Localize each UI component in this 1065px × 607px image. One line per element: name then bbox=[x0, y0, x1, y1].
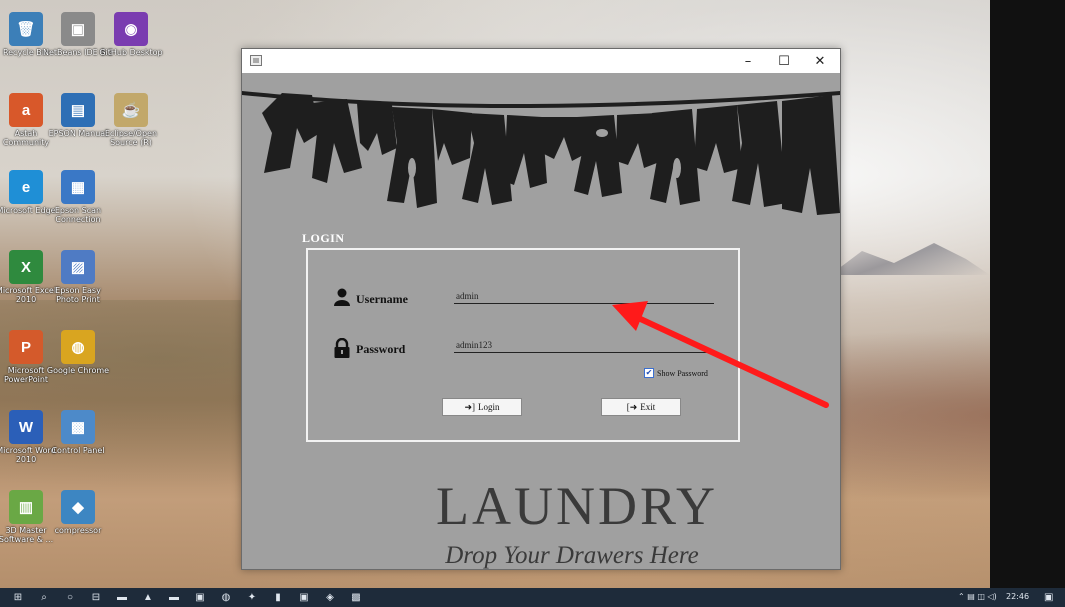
clock[interactable]: 22:46 bbox=[1006, 592, 1029, 601]
minimize-button[interactable]: – bbox=[730, 49, 766, 73]
wallpaper-mountains bbox=[830, 243, 990, 275]
desktop-icon[interactable]: ▦ Epson Scan Connection bbox=[43, 170, 113, 224]
user-icon bbox=[334, 288, 350, 306]
screen-black-bar bbox=[990, 0, 1065, 588]
lock-icon bbox=[334, 338, 350, 358]
desktop-icon[interactable]: ▩ Control Panel bbox=[43, 410, 113, 455]
hanging-clothes-illustration bbox=[242, 91, 840, 215]
window-titlebar[interactable]: – ☐ ✕ bbox=[242, 49, 840, 73]
taskbar-item[interactable]: ▮ bbox=[272, 591, 284, 603]
login-button-label: Login bbox=[478, 402, 500, 412]
desktop-icon[interactable]: ◆ compressor bbox=[43, 490, 113, 535]
desktop-icon[interactable]: ☕ Eclipse/Open Source (R) bbox=[96, 93, 166, 147]
tray-icons[interactable]: ⌃ ▤ ◫ ◁) bbox=[958, 592, 997, 601]
desktop-icon-image: a bbox=[9, 93, 43, 127]
taskbar-item[interactable]: ⊞ bbox=[12, 591, 24, 603]
desktop-icon-image: 🗑 bbox=[9, 12, 43, 46]
desktop-icon-image: ◍ bbox=[61, 330, 95, 364]
desktop-icon-image: ▥ bbox=[9, 490, 43, 524]
desktop-icon-image: ☕ bbox=[114, 93, 148, 127]
close-button[interactable]: ✕ bbox=[802, 49, 838, 73]
desktop-icon-image: ◉ bbox=[114, 12, 148, 46]
desktop-icon-image: P bbox=[9, 330, 43, 364]
taskbar-item[interactable]: ▲ bbox=[142, 591, 154, 603]
taskbar-item[interactable]: ◍ bbox=[220, 591, 232, 603]
desktop-icon-label: Epson Easy Photo Print bbox=[55, 286, 101, 304]
taskbar-item[interactable]: ◈ bbox=[324, 591, 336, 603]
brand-title: LAUNDRY bbox=[435, 476, 718, 536]
desktop-icon-image: ▩ bbox=[61, 410, 95, 444]
desktop-icon-label: GitHub Desktop bbox=[99, 48, 163, 57]
password-label: Password bbox=[356, 342, 406, 356]
desktop-icon-image: e bbox=[9, 170, 43, 204]
desktop-icon-image: ▦ bbox=[61, 170, 95, 204]
taskbar-item[interactable]: ▬ bbox=[116, 591, 128, 603]
taskbar-item[interactable]: ▬ bbox=[168, 591, 180, 603]
login-arrow-icon: ➜] bbox=[464, 401, 476, 412]
app-window-icon bbox=[250, 55, 262, 66]
taskbar-item[interactable]: ▣ bbox=[194, 591, 206, 603]
taskbar-item[interactable]: ▣ bbox=[298, 591, 310, 603]
desktop-icon-label: Eclipse/Open Source (R) bbox=[104, 129, 158, 147]
username-label: Username bbox=[356, 292, 408, 306]
notification-icon[interactable]: ▣ bbox=[1044, 592, 1053, 603]
taskbar-item[interactable]: ⊟ bbox=[90, 591, 102, 603]
red-annotation-arrow bbox=[612, 301, 829, 408]
desktop-icon-label: compressor bbox=[54, 526, 102, 535]
maximize-button[interactable]: ☐ bbox=[766, 49, 802, 73]
desktop-icon-label: Control Panel bbox=[51, 446, 105, 455]
desktop-icon[interactable]: ▨ Epson Easy Photo Print bbox=[43, 250, 113, 304]
desktop-icon-image: ▤ bbox=[61, 93, 95, 127]
desktop-icon-label: Epson Scan Connection bbox=[54, 206, 102, 224]
login-heading: LOGIN bbox=[302, 231, 345, 245]
desktop-icon-label: Google Chrome bbox=[46, 366, 110, 375]
desktop-icon[interactable]: ◍ Google Chrome bbox=[43, 330, 113, 375]
brand-tagline: Drop Your Drawers Here bbox=[445, 542, 699, 569]
taskbar: ⊞ ⌕ ○ ⊟ ▬ ▲ ▬ ▣ ◍ ✦ ▮ ▣ ◈ ▩ ⌃ ▤ ◫ ◁) 22:46 ▣ bbox=[0, 588, 1065, 607]
desktop-icon[interactable]: ◉ GitHub Desktop bbox=[96, 12, 166, 57]
desktop-icon-image: ◆ bbox=[61, 490, 95, 524]
taskbar-item[interactable]: ✦ bbox=[246, 591, 258, 603]
login-button[interactable]: ➜] Login bbox=[442, 398, 522, 416]
taskbar-item[interactable]: ○ bbox=[64, 591, 76, 603]
taskbar-item[interactable]: ⌕ bbox=[38, 591, 50, 603]
desktop-icon-image: ▨ bbox=[61, 250, 95, 284]
taskbar-item[interactable]: ▩ bbox=[350, 591, 362, 603]
desktop-icon-image: X bbox=[9, 250, 43, 284]
desktop-icon-image: W bbox=[9, 410, 43, 444]
desktop-icon-image: ▣ bbox=[61, 12, 95, 46]
